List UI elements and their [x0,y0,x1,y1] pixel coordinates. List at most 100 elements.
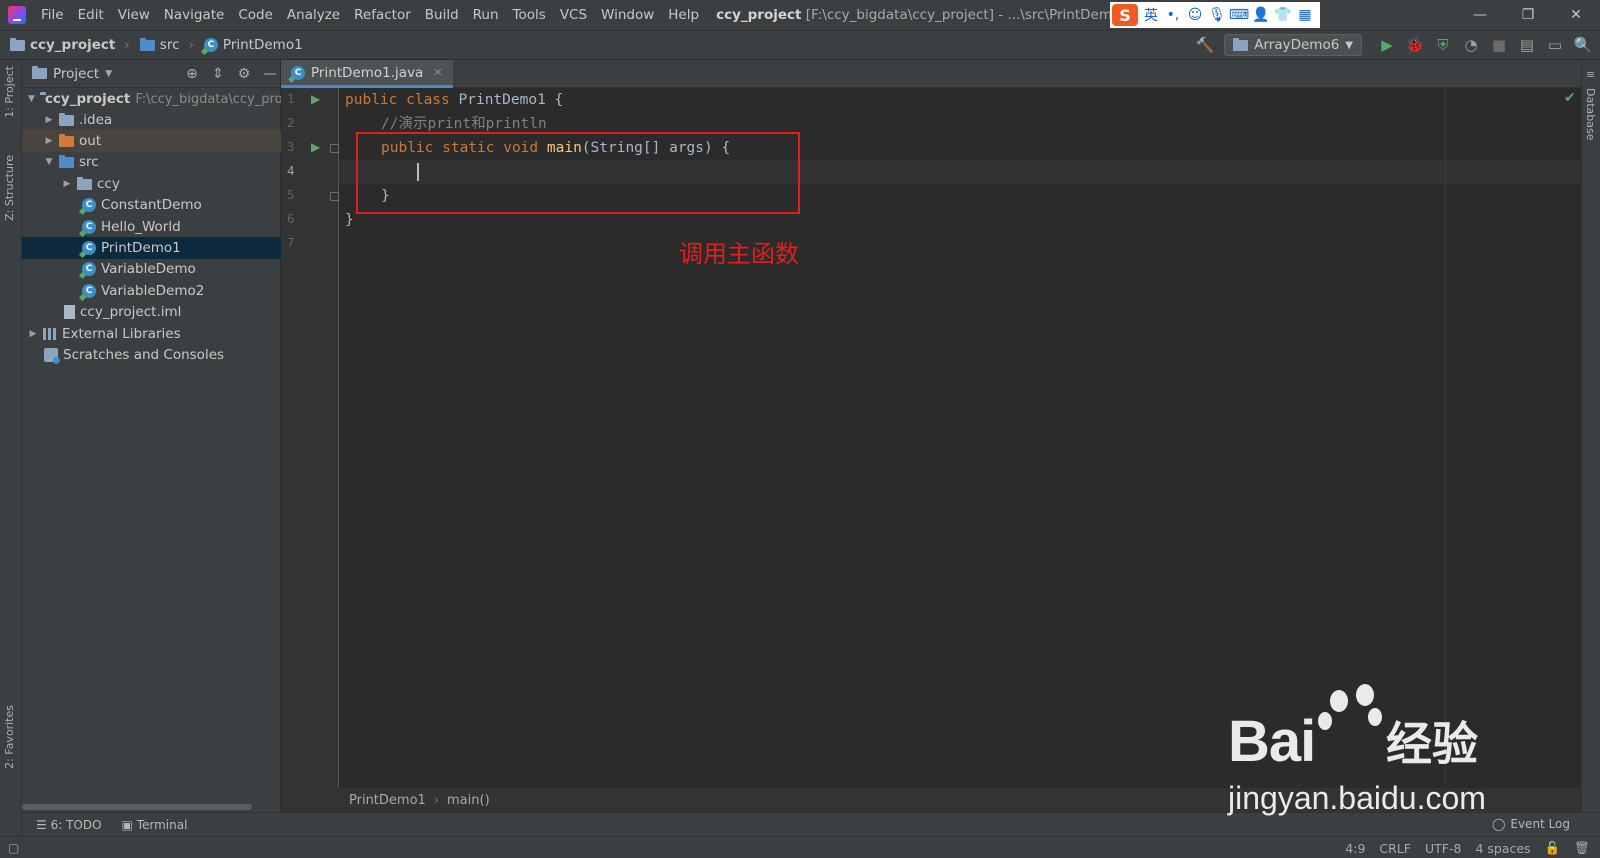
fold-marker-icon[interactable] [330,144,339,153]
emoji-icon[interactable]: ☺ [1186,6,1204,24]
status-bar-widgets: 4:9 CRLF UTF-8 4 spaces 🔓 🗑 [1345,837,1590,858]
tree-item-label: Hello_World [101,219,181,235]
library-icon [43,328,57,340]
tree-item-idea[interactable]: ▶ .idea [22,109,281,131]
menu-code[interactable]: Code [231,0,280,30]
menu-refactor[interactable]: Refactor [347,0,418,30]
menu-build[interactable]: Build [418,0,466,30]
expanded-arrow-icon[interactable]: ▼ [44,157,54,167]
menu-navigate[interactable]: Navigate [157,0,232,30]
tree-item-variabledemo[interactable]: C VariableDemo [22,258,281,280]
collapsed-arrow-icon[interactable]: ▶ [44,115,54,125]
menu-vcs[interactable]: VCS [553,0,594,30]
user-icon[interactable]: 👤 [1252,6,1270,24]
paw-toe-icon [1356,684,1374,706]
nav-crumb-src[interactable]: src › [130,37,194,53]
caret-position[interactable]: 4:9 [1345,841,1365,856]
breadcrumb-method[interactable]: main() [447,793,490,808]
keyword: public class [345,92,459,108]
file-encoding[interactable]: UTF-8 [1425,841,1461,856]
ime-language-toggle[interactable]: 英 [1142,6,1160,24]
line-separator[interactable]: CRLF [1379,841,1411,856]
locate-target-icon[interactable]: ⊕ [182,66,202,82]
todo-tool-tab[interactable]: ☰ 6: TODO [36,818,102,832]
stop-icon[interactable]: ■ [1490,36,1508,54]
close-window-button[interactable]: ✕ [1552,0,1600,30]
toolbox-icon[interactable]: ▦ [1296,6,1314,24]
minimize-button[interactable]: — [1456,0,1504,30]
debug-icon[interactable]: 🐞 [1406,36,1425,54]
microphone-icon[interactable]: 🎙 [1208,6,1226,24]
run-class-gutter-icon[interactable]: ▶ [311,92,320,106]
tree-item-variabledemo2[interactable]: C VariableDemo2 [22,280,281,302]
search-icon[interactable]: 🔍 [1574,36,1593,54]
close-tab-icon[interactable]: ✕ [433,66,442,79]
collapsed-arrow-icon[interactable]: ▶ [44,136,54,146]
menu-help[interactable]: Help [661,0,706,30]
coverage-icon[interactable]: ⛨ [1434,36,1452,54]
tab-printdemo1[interactable]: C PrintDemo1.java ✕ [281,60,453,88]
favorites-tool-tab[interactable]: 2: Favorites [3,705,16,769]
hide-panel-icon[interactable]: — [260,66,280,82]
code-editor[interactable]: public class PrintDemo1 { //演示print和prin… [339,88,1581,788]
collapse-all-icon[interactable]: ⇕ [208,66,228,82]
punctuation-icon[interactable]: •, [1164,6,1182,24]
inspection-ok-icon[interactable]: ✔ [1564,90,1576,106]
nav-crumb-class[interactable]: C PrintDemo1 [194,37,303,53]
profile-icon[interactable]: ◔ [1462,36,1480,54]
tree-item-hello-world[interactable]: C Hello_World [22,216,281,238]
chevron-right-icon: › [188,37,194,53]
line-number: 4 [287,163,295,178]
keyboard-icon[interactable]: ⌨ [1229,6,1249,24]
tree-item-path: F:\ccy_bigdata\ccy_pro [135,91,283,107]
breadcrumb-class[interactable]: PrintDemo1 [349,793,426,808]
restore-button[interactable]: ❐ [1504,0,1552,30]
expanded-arrow-icon[interactable]: ▼ [28,94,35,104]
menu-tools[interactable]: Tools [506,0,553,30]
project-view-select[interactable]: Project [53,66,99,82]
structure-tool-tab[interactable]: Z: Structure [3,155,16,221]
sogou-logo-icon[interactable]: S [1112,4,1138,26]
project-tool-tab[interactable]: 1: Project [3,66,16,118]
skin-icon[interactable]: 👕 [1274,6,1292,24]
fold-marker-icon[interactable] [330,192,339,201]
indent-setting[interactable]: 4 spaces [1475,841,1530,856]
tree-item-label: VariableDemo2 [101,283,205,299]
nav-crumb-project[interactable]: ccy_project › [0,37,130,53]
tree-item-project-root[interactable]: ▼ ccy_project F:\ccy_bigdata\ccy_pro [22,88,283,110]
tree-item-iml-file[interactable]: ccy_project.iml [22,301,281,323]
database-tool-tab[interactable]: Database [1584,88,1597,141]
menu-window[interactable]: Window [594,0,661,30]
run-icon[interactable]: ▶ [1378,36,1396,54]
menu-analyze[interactable]: Analyze [280,0,347,30]
menu-run[interactable]: Run [466,0,506,30]
project-horizontal-scrollbar[interactable] [22,804,252,810]
java-class-icon: C [82,262,96,276]
menu-view[interactable]: View [111,0,157,30]
menu-file[interactable]: File [34,0,71,30]
tab-label: PrintDemo1.java [311,64,424,81]
tool-window-toggle-icon[interactable]: ▢ [8,841,19,855]
build-hammer-icon[interactable]: 🔨 [1196,36,1215,54]
tree-item-external-libraries[interactable]: ▶ External Libraries [22,323,281,345]
collapsed-arrow-icon[interactable]: ▶ [28,329,38,339]
tree-item-ccy-package[interactable]: ▶ ccy [22,173,281,195]
menu-edit[interactable]: Edit [71,0,111,30]
collapsed-arrow-icon[interactable]: ▶ [62,179,72,189]
tree-item-printdemo1[interactable]: C PrintDemo1 [22,237,281,259]
chevron-down-icon[interactable]: ▼ [105,69,112,79]
project-structure-icon[interactable]: ▤ [1518,36,1536,54]
presentation-mode-icon[interactable]: ▭ [1546,36,1564,54]
terminal-tool-tab[interactable]: ▣ Terminal [122,818,188,832]
memory-indicator-icon[interactable]: 🗑 [1574,840,1590,856]
tree-item-scratches[interactable]: Scratches and Consoles [22,344,281,366]
run-main-gutter-icon[interactable]: ▶ [311,140,320,154]
tree-item-label: External Libraries [62,326,181,342]
lock-icon[interactable]: 🔓 [1545,840,1561,856]
gear-icon[interactable]: ⚙ [234,66,254,82]
run-configuration-select[interactable]: ArrayDemo6 ▼ [1224,34,1362,56]
tree-item-out[interactable]: ▶ out [22,130,281,152]
chevron-right-icon: › [433,793,440,808]
tree-item-src[interactable]: ▼ src [22,151,281,173]
tree-item-constantdemo[interactable]: C ConstantDemo [22,194,281,216]
